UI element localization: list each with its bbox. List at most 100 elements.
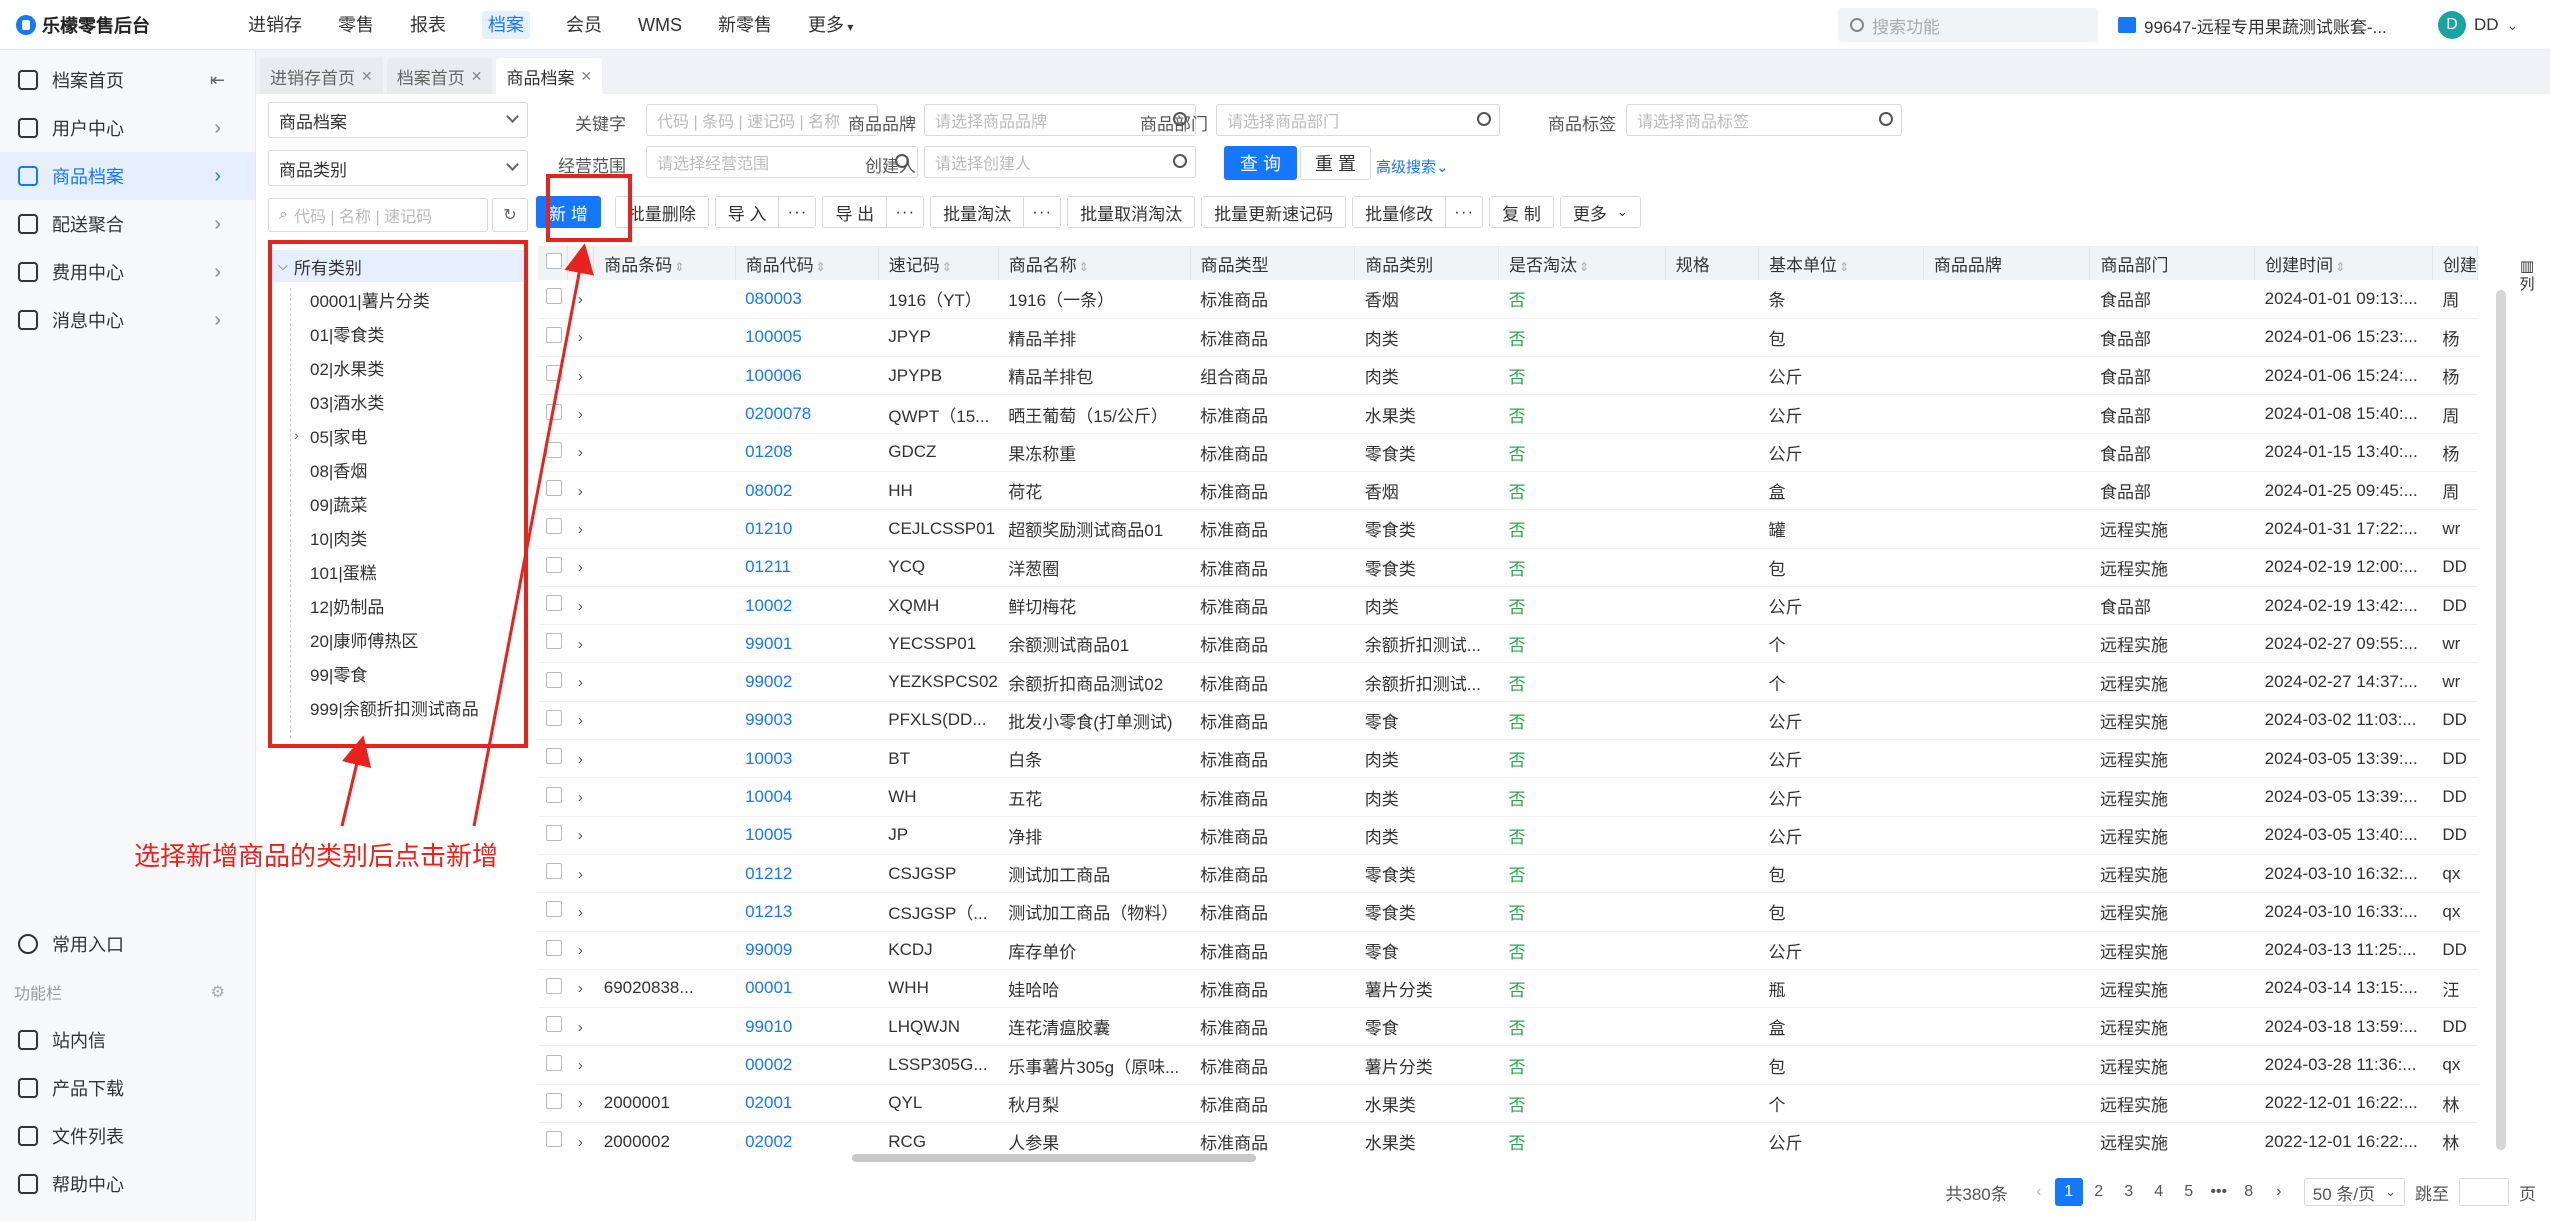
table-row[interactable]: › 0200078 QWPT（15... 晒王葡萄（15/公斤） 标准商品 水果类否 公斤 食…	[538, 394, 2478, 434]
table-cell[interactable]: 100006	[735, 356, 879, 396]
topnav-item[interactable]: 档案	[464, 0, 548, 50]
table-row[interactable]: › 10005 JP 净排 标准商品 肉类否 公斤 远程实施 2024-03-05 13:40:…	[538, 816, 2478, 855]
expand-row[interactable]: ›	[567, 816, 594, 855]
table-cell[interactable]: 10002	[735, 586, 879, 626]
expand-row[interactable]: ›	[567, 931, 594, 970]
column-header[interactable]: 基本单位 ⇕	[1758, 246, 1924, 280]
batch-obsolete-more-button[interactable]: ···	[1023, 196, 1062, 228]
page-button[interactable]: 2	[2085, 1178, 2113, 1206]
tree-root-all-categories[interactable]: ⌵ 所有类别	[272, 250, 524, 282]
row-checkbox[interactable]	[538, 433, 568, 472]
sidebar-bottom-item[interactable]: 帮助中心	[0, 1160, 255, 1208]
import-more-button[interactable]: ···	[778, 196, 817, 228]
row-checkbox[interactable]	[538, 318, 568, 358]
expand-row[interactable]: ›	[567, 624, 594, 664]
row-checkbox[interactable]	[538, 854, 568, 894]
row-checkbox[interactable]	[538, 509, 568, 549]
table-row[interactable]: › 100005 JPYP 精品羊排 标准商品 肉类否 包 食品部 2024-01-06 15:…	[538, 318, 2478, 358]
sidebar-bottom-item[interactable]: 文件列表	[0, 1112, 255, 1160]
page-size-select[interactable]: 50 条/页 ⌄	[2303, 1178, 2405, 1206]
vertical-scrollbar[interactable]	[2496, 290, 2506, 1150]
expand-row[interactable]: ›	[567, 1084, 594, 1124]
tree-node[interactable]: 03|酒水类	[272, 384, 524, 418]
jump-page-input[interactable]	[2459, 1178, 2509, 1206]
column-header[interactable]: 商品名称 ⇕	[998, 246, 1191, 280]
table-row[interactable]: › 2000002 02002 RCG 人参果 标准商品 水果类否 公斤 远程实施 2022-12…	[538, 1122, 2478, 1156]
table-row[interactable]: › 01210 CEJLCSSP01 超额奖励测试商品01 标准商品 零食类否 罐 远程实施 2…	[538, 509, 2478, 549]
sidebar-bottom-item[interactable]: 产品下载	[0, 1064, 255, 1112]
sort-icon[interactable]: ⇕	[1579, 260, 1589, 274]
reset-button[interactable]: 重 置	[1300, 146, 1372, 180]
column-header[interactable]: 商品品牌	[1923, 246, 2091, 280]
tab[interactable]: 进销存首页 ✕	[260, 58, 383, 94]
sort-icon[interactable]: ⇕	[2335, 260, 2345, 274]
batch-modify-more-button[interactable]: ···	[1445, 196, 1484, 228]
row-checkbox[interactable]	[538, 1084, 568, 1124]
page-button[interactable]: 4	[2145, 1178, 2173, 1206]
expand-row[interactable]: ›	[567, 1007, 594, 1047]
export-more-button[interactable]: ···	[886, 196, 925, 228]
column-header[interactable]: 创建	[2432, 246, 2478, 280]
page-button[interactable]: 5	[2175, 1178, 2203, 1206]
expand-row[interactable]: ›	[567, 471, 594, 511]
table-cell[interactable]: 01213	[735, 892, 879, 932]
page-button[interactable]: 3	[2115, 1178, 2143, 1206]
tree-node[interactable]: 20|康师傅热区	[272, 622, 524, 656]
batch-modify-button[interactable]: 批量修改	[1352, 196, 1447, 228]
tree-node[interactable]: 00001|薯片分类	[272, 282, 524, 316]
creator-select[interactable]: 请选择创建人	[924, 146, 1196, 178]
category-type-select[interactable]: 商品类别	[268, 150, 528, 186]
column-header[interactable]: 商品条码 ⇕	[593, 246, 736, 280]
table-cell[interactable]: 99010	[735, 1007, 879, 1047]
row-checkbox[interactable]	[538, 1122, 568, 1156]
table-row[interactable]: › 01212 CSJGSP 测试加工商品 标准商品 零食类否 包 远程实施 2024-03-1…	[538, 854, 2478, 894]
sidebar-bottom-item[interactable]: 站内信	[0, 1016, 255, 1064]
table-row[interactable]: › 99009 KCDJ 库存单价 标准商品 零食否 公斤 远程实施 2024-03-13 11…	[538, 931, 2478, 970]
row-checkbox[interactable]	[538, 356, 568, 396]
close-icon[interactable]: ✕	[361, 68, 373, 85]
sidebar-item[interactable]: 费用中心 ›	[0, 248, 255, 296]
gear-icon[interactable]: ⚙	[211, 982, 225, 1002]
table-cell[interactable]: 00002	[735, 1045, 879, 1085]
table-row[interactable]: › 2000001 02001 QYL 秋月梨 标准商品 水果类否 个 远程实施 2022-12-…	[538, 1084, 2478, 1124]
category-search-input[interactable]: ⌕ 代码 | 名称 | 速记码	[268, 198, 488, 232]
table-row[interactable]: › 10003 BT 白条 标准商品 肉类否 公斤 远程实施 2024-03-05 13:39:…	[538, 739, 2478, 779]
query-button[interactable]: 查 询	[1224, 146, 1298, 180]
table-row[interactable]: › 01211 YCQ 洋葱圈 标准商品 零食类否 包 远程实施 2024-02-19 12:0…	[538, 548, 2478, 587]
table-cell[interactable]: 01211	[735, 548, 879, 587]
expand-row[interactable]: ›	[567, 1045, 594, 1085]
archive-type-select[interactable]: 商品档案	[268, 102, 528, 138]
topnav-item[interactable]: 报表	[392, 0, 464, 50]
table-row[interactable]: › 99010 LHQWJN 连花清瘟胶囊 标准商品 零食否 盒 远程实施 2024-03-18…	[538, 1007, 2478, 1047]
topnav-item[interactable]: 零售	[320, 0, 392, 50]
function-search-input[interactable]: 搜索功能	[1838, 8, 2098, 42]
expand-row[interactable]: ›	[567, 662, 594, 702]
topnav-item[interactable]: 更多 ▾	[790, 0, 871, 50]
row-checkbox[interactable]	[538, 892, 568, 932]
batch-cancel-obsolete-button[interactable]: 批量取消淘汰	[1067, 196, 1196, 228]
table-row[interactable]: › 10004 WH 五花 标准商品 肉类否 公斤 远程实施 2024-03-05 13:39:…	[538, 777, 2478, 817]
table-row[interactable]: › 69020838... 00001 WHH 娃哈哈 标准商品 薯片分类否 瓶 远程实施 202…	[538, 969, 2478, 1009]
tree-node[interactable]: 08|香烟	[272, 452, 524, 486]
row-checkbox[interactable]	[538, 777, 568, 817]
row-checkbox[interactable]	[538, 471, 568, 511]
sidebar-item[interactable]: 档案首页 ⇤	[0, 56, 255, 104]
table-row[interactable]: › 00002 LSSP305G... 乐事薯片305g（原味... 标准商品 薯片分类否…	[538, 1045, 2478, 1085]
topnav-item[interactable]: 新零售	[700, 0, 790, 50]
sort-icon[interactable]: ⇕	[1079, 260, 1089, 274]
tree-node[interactable]: 01|零食类	[272, 316, 524, 350]
row-checkbox[interactable]	[538, 1007, 568, 1047]
sidebar-bottom-item[interactable]: 常用入口	[0, 920, 255, 968]
dept-select[interactable]: 请选择商品部门	[1216, 104, 1500, 136]
row-checkbox[interactable]	[538, 624, 568, 664]
row-checkbox[interactable]	[538, 586, 568, 626]
column-header[interactable]: 速记码 ⇕	[878, 246, 999, 280]
row-checkbox[interactable]	[538, 280, 568, 319]
column-header[interactable]: 商品类别	[1354, 246, 1499, 280]
table-cell[interactable]: 10005	[735, 816, 879, 855]
sort-icon[interactable]: ⇕	[1839, 260, 1849, 274]
row-checkbox[interactable]	[538, 394, 568, 434]
expand-row[interactable]: ›	[567, 394, 594, 434]
table-cell[interactable]: 99003	[735, 701, 879, 741]
tree-node[interactable]: 12|奶制品	[272, 588, 524, 622]
